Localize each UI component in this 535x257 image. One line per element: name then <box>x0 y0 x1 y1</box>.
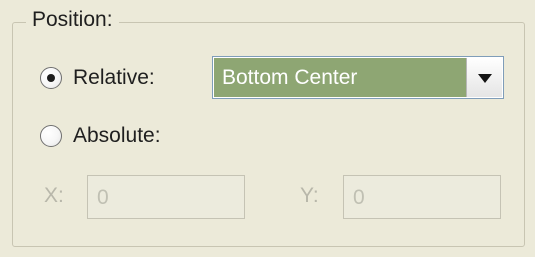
radio-dot-icon <box>47 74 55 82</box>
x-coordinate-label: X: <box>44 184 64 207</box>
dropdown-button[interactable] <box>466 58 502 97</box>
relative-label: Relative: <box>73 66 155 89</box>
x-coordinate-value: 0 <box>97 186 109 209</box>
relative-option[interactable]: Relative: <box>40 66 155 90</box>
absolute-label: Absolute: <box>73 124 161 147</box>
absolute-option[interactable]: Absolute: <box>40 124 161 148</box>
x-coordinate-input[interactable]: 0 <box>87 175 245 219</box>
radio-selected-icon[interactable] <box>40 67 62 89</box>
y-coordinate-input[interactable]: 0 <box>343 175 501 219</box>
radio-unselected-icon[interactable] <box>40 125 62 147</box>
relative-position-select[interactable]: Bottom Center <box>212 56 504 99</box>
y-coordinate-label: Y: <box>300 184 319 207</box>
y-coordinate-value: 0 <box>353 186 365 209</box>
position-group-title: Position: <box>26 7 119 33</box>
relative-position-value[interactable]: Bottom Center <box>214 58 467 97</box>
chevron-down-icon <box>477 74 492 83</box>
